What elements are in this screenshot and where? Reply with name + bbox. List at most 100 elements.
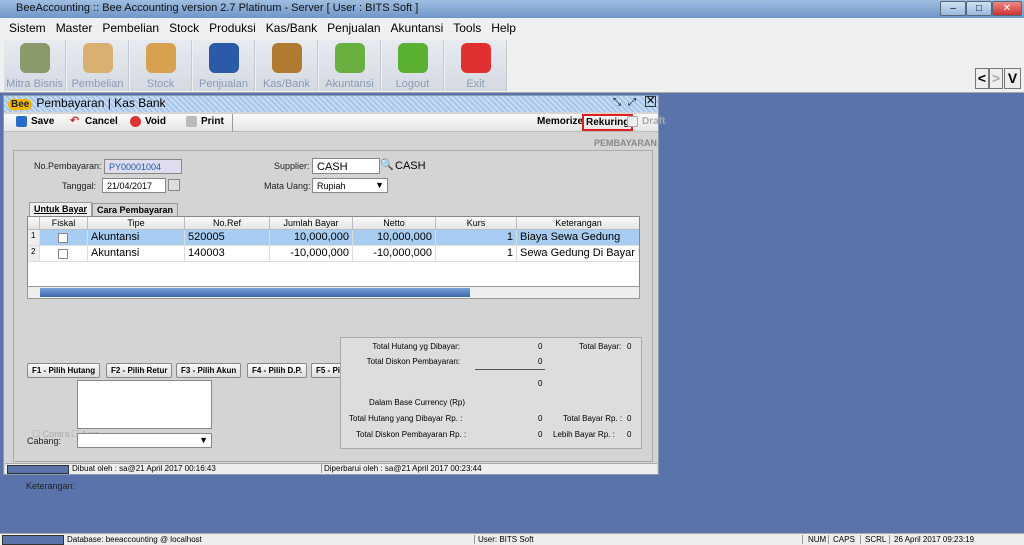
menu-stock[interactable]: Stock [164,18,204,38]
restore-icon[interactable]: ⤡ [613,97,621,108]
sum-divider [475,369,545,370]
minimize-button[interactable]: – [940,1,966,16]
summary-panel: Total Hutang yg Dibayar: 0 Total Bayar: … [340,337,642,449]
column-header[interactable]: No.Ref [185,217,270,230]
tanggal-field[interactable]: 21/04/2017 [102,178,166,193]
table-row[interactable]: 2 Akuntansi 140003 -10,000,000 -10,000,000 1 S… [28,246,639,262]
hutang-rp-value: 0 [538,414,543,423]
toolbar-divider [232,114,233,132]
toolbar-label: Kas/Bank [262,78,311,90]
table-header: Fiskal Tipe No.Ref Jumlah Bayar Netto Kurs Ket… [28,217,639,230]
form-heading: PEMBAYARAN [594,138,657,148]
currency-label: Mata Uang: [264,181,311,191]
window-status-bar: Dibuat oleh : sa@21 April 2017 00:16:43 … [5,463,657,474]
menu-help[interactable]: Help [486,18,521,38]
column-header[interactable]: Netto [353,217,436,230]
search-icon[interactable]: 🔍 [380,158,394,171]
chevron-down-icon: ▼ [375,180,384,190]
horizontal-scrollbar[interactable] [27,286,640,299]
calendar-icon[interactable] [168,179,180,191]
f4-button[interactable]: F4 - Pilih D.P. [247,363,308,378]
toolbar-akuntansi[interactable]: Akuntansi [319,40,381,91]
caps-indicator: CAPS [828,535,855,544]
supplier-label: Supplier: [274,161,310,171]
keterangan-label: Keterangan: [26,481,76,491]
fiskal-checkbox-cell[interactable] [40,246,88,261]
toolbar-logout[interactable]: Logout [382,40,444,91]
close-icon[interactable]: ✕ [645,96,656,107]
draft-checkbox[interactable]: Draft [627,116,665,127]
progress-indicator [7,465,69,474]
payment-window: Bee Pembayaran | Kas Bank ⤡ ⤢ ✕ Save ↶ Can… [3,95,665,491]
lebih-rp-value: 0 [627,430,632,439]
base-currency-label: Dalam Base Currency (Rp) [369,398,466,407]
cell-jumlah: -10,000,000 [270,246,353,261]
column-header[interactable]: Kurs [436,217,517,230]
supplier-field[interactable]: CASH [312,158,380,174]
menu-bar: Sistem Master Pembelian Stock Produksi Kas/Ba… [0,18,1024,38]
nav-next-button[interactable]: > [989,68,1003,89]
menu-sistem[interactable]: Sistem [4,18,51,38]
fiskal-checkbox-cell[interactable] [40,230,88,245]
cabang-select[interactable]: ▼ [77,433,212,448]
menu-pembelian[interactable]: Pembelian [97,18,164,38]
table-row[interactable]: 1 Akuntansi 520005 10,000,000 10,000,000 1 Bia… [28,230,639,246]
void-button[interactable]: Void [130,116,166,127]
bee-logo: Bee [8,99,33,110]
power-icon [460,43,491,73]
f3-button[interactable]: F3 - Pilih Akun [176,363,242,378]
tab-untuk-bayar[interactable]: Untuk Bayar [29,202,93,216]
print-button[interactable]: Print [186,116,224,127]
total-hutang-value: 0 [538,342,543,351]
hutang-rp-label: Total Hutang yang Dibayar Rp. : [349,414,463,423]
keterangan-textarea[interactable] [77,380,212,429]
cell-ref: 140003 [185,246,270,261]
nav-menu-button[interactable]: V [1004,68,1021,89]
void-icon [130,116,141,127]
rekuring-button[interactable]: Rekuring [582,114,634,131]
toolbar-mitra-bisnis[interactable]: Mitra Bisnis [4,40,66,91]
menu-penjualan[interactable]: Penjualan [322,18,385,38]
fiskal-checkbox[interactable] [58,233,68,243]
save-button[interactable]: Save [16,116,54,127]
logout-icon [397,43,428,73]
tab-cara-pembayaran[interactable]: Cara Pembayaran [92,203,179,216]
cell-tipe: Akuntansi [88,230,185,245]
toolbar-kas-bank[interactable]: Kas/Bank [256,40,318,91]
total-bayar-label: Total Bayar: [579,342,622,351]
updated-info: Diperbarui oleh : sa@21 April 2017 00:23… [321,464,482,473]
column-header[interactable]: Keterangan [517,217,639,230]
memorize-button[interactable]: Memorize [537,116,583,127]
cell-ket: Sewa Gedung Di Bayar Di M [517,246,639,261]
toolbar-stock[interactable]: Stock [130,40,192,91]
column-header[interactable]: Fiskal [40,217,88,230]
chevron-down-icon: ▼ [199,435,208,445]
toolbar-pembelian[interactable]: Pembelian [67,40,129,91]
menu-kasbank[interactable]: Kas/Bank [261,18,322,38]
cancel-button[interactable]: ↶ Cancel [70,116,118,128]
app-title: BeeAccounting :: Bee Accounting version … [16,2,419,14]
menu-master[interactable]: Master [51,18,98,38]
bayar-rp-label: Total Bayar Rp. : [563,414,623,423]
total-diskon-label: Total Diskon Pembayaran: [366,357,460,366]
maximize-button[interactable]: □ [966,1,992,16]
toolbar-penjualan[interactable]: Penjualan [193,40,255,91]
toolbar-label: Stock [146,78,175,90]
currency-select[interactable]: Rupiah ▼ [312,178,388,193]
total-bayar-value: 0 [627,342,632,351]
toolbar-exit[interactable]: Exit [445,40,507,91]
toolbar-label: Penjualan [199,78,248,90]
column-header[interactable]: Jumlah Bayar [270,217,353,230]
close-button[interactable]: ✕ [992,1,1022,16]
no-pembayaran-field[interactable]: PY00001004 [104,159,182,174]
menu-produksi[interactable]: Produksi [204,18,261,38]
maximize-icon[interactable]: ⤢ [628,97,636,108]
menu-tools[interactable]: Tools [448,18,486,38]
f2-button[interactable]: F2 - Pilih Retur [106,363,173,378]
scrollbar-thumb[interactable] [40,288,470,297]
column-header[interactable]: Tipe [88,217,185,230]
nav-prev-button[interactable]: < [975,68,989,89]
f1-button[interactable]: F1 - Pilih Hutang [27,363,101,378]
menu-akuntansi[interactable]: Akuntansi [386,18,449,38]
fiskal-checkbox[interactable] [58,249,68,259]
